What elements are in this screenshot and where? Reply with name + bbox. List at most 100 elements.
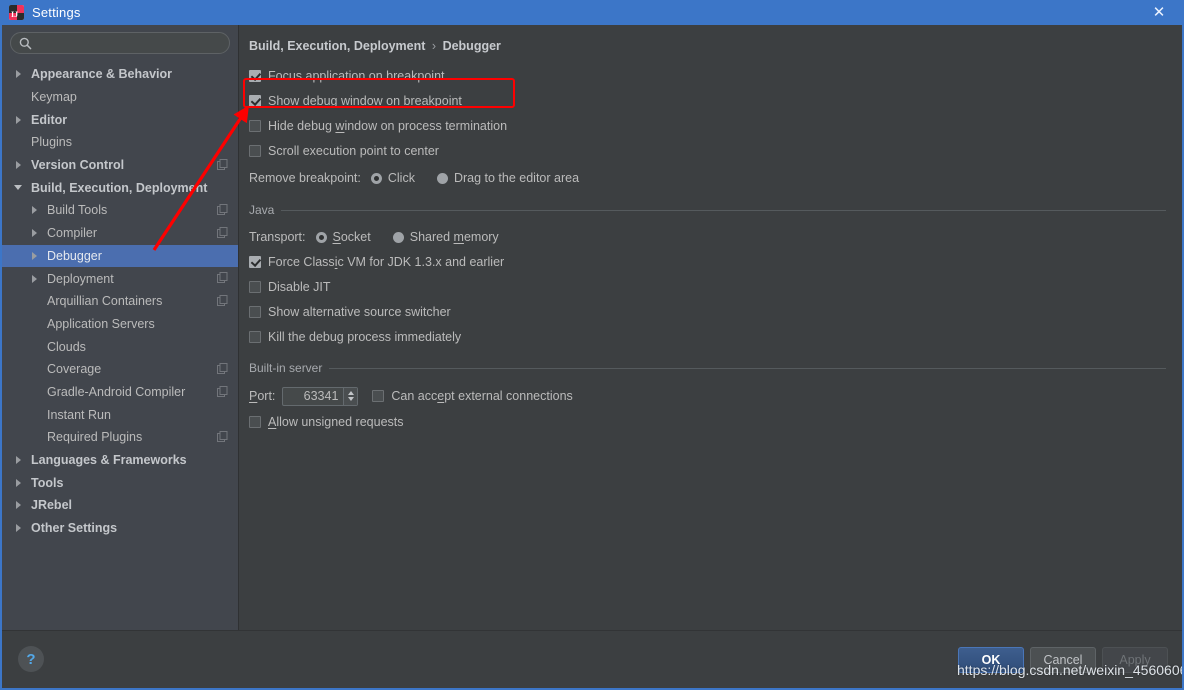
sidebar-item-required-plugins[interactable]: Required Plugins: [2, 426, 238, 449]
group-divider: [281, 209, 1166, 211]
java-checkbox-1[interactable]: Disable JIT: [249, 274, 1172, 299]
copy-settings-icon[interactable]: [217, 385, 228, 397]
sidebar-item-tools[interactable]: Tools: [2, 471, 238, 494]
chevron-right-icon[interactable]: [14, 69, 25, 80]
chevron-right-icon[interactable]: [30, 205, 41, 216]
checkbox-unchecked-icon[interactable]: [372, 390, 385, 402]
java-checkbox-3[interactable]: Kill the debug process immediately: [249, 324, 1172, 349]
copy-settings-icon[interactable]: [217, 204, 228, 216]
stepper-arrows[interactable]: [343, 387, 358, 405]
radio-unselected-icon[interactable]: [392, 231, 404, 243]
chevron-right-icon[interactable]: [14, 477, 25, 488]
help-button[interactable]: ?: [18, 646, 44, 672]
chevron-right-icon[interactable]: [14, 160, 25, 171]
sidebar-item-jrebel[interactable]: JRebel: [2, 494, 238, 517]
remove-breakpoint-option-1[interactable]: Drag to the editor area: [436, 171, 579, 185]
java-checkbox-2[interactable]: Show alternative source switcher: [249, 299, 1172, 324]
remove-breakpoint-option-0[interactable]: Click: [370, 171, 415, 185]
copy-icon[interactable]: [217, 204, 228, 216]
sidebar-item-instant-run[interactable]: Instant Run: [2, 403, 238, 426]
sidebar-item-editor[interactable]: Editor: [2, 108, 238, 131]
checkbox-unchecked-icon[interactable]: [249, 280, 261, 293]
copy-settings-icon[interactable]: [217, 272, 228, 284]
checkbox-unchecked-icon[interactable]: [249, 415, 261, 428]
chevron-right-icon[interactable]: [30, 228, 41, 239]
copy-settings-icon[interactable]: [217, 158, 228, 170]
copy-settings-icon[interactable]: [217, 226, 228, 238]
ok-button[interactable]: OK: [958, 647, 1024, 673]
transport-option-0[interactable]: Socket: [315, 230, 371, 244]
builtin-server-group-title: Built-in server: [249, 361, 323, 375]
checkbox-unchecked-icon[interactable]: [249, 144, 261, 157]
sidebar-item-arquillian-containers[interactable]: Arquillian Containers: [2, 290, 238, 313]
chevron-right-icon[interactable]: [30, 250, 41, 261]
breadcrumb-root[interactable]: Build, Execution, Deployment: [249, 39, 425, 53]
sidebar-item-label: Keymap: [31, 90, 77, 105]
stepper-up-icon[interactable]: [347, 391, 354, 396]
copy-settings-icon[interactable]: [217, 431, 228, 442]
copy-icon[interactable]: [217, 158, 228, 170]
copy-icon[interactable]: [217, 272, 228, 284]
copy-icon[interactable]: [217, 226, 228, 238]
sidebar-item-other-settings[interactable]: Other Settings: [2, 517, 238, 540]
checkbox-checked-icon[interactable]: [249, 69, 261, 82]
search-field[interactable]: [10, 32, 230, 54]
close-icon[interactable]: ✕: [1144, 0, 1174, 25]
sidebar-item-debugger[interactable]: Debugger: [2, 244, 238, 268]
port-value[interactable]: 63341: [283, 388, 343, 405]
sidebar-item-keymap[interactable]: Keymap: [2, 86, 238, 109]
copy-icon[interactable]: [217, 294, 228, 306]
search-input[interactable]: [37, 35, 211, 51]
sidebar-item-label: Appearance & Behavior: [31, 67, 173, 82]
java-group-title: Java: [249, 203, 275, 217]
port-stepper[interactable]: 63341: [282, 386, 359, 406]
sidebar-item-appearance-behavior[interactable]: Appearance & Behavior: [2, 63, 238, 86]
sidebar-item-version-control[interactable]: Version Control: [2, 154, 238, 177]
cancel-button[interactable]: Cancel: [1030, 647, 1096, 673]
transport-row: Transport: Socket Shared memory: [249, 225, 1172, 249]
sidebar-item-compiler[interactable]: Compiler: [2, 222, 238, 245]
radio-unselected-icon[interactable]: [436, 172, 448, 184]
sidebar-item-build-execution-deployment[interactable]: Build, Execution, Deployment: [2, 176, 238, 199]
builtin-server-group: Built-in server Port: 63341 Can accept e…: [249, 361, 1182, 434]
radio-selected-icon[interactable]: [315, 231, 327, 243]
chevron-right-icon[interactable]: [14, 500, 25, 511]
sidebar-item-languages-frameworks[interactable]: Languages & Frameworks: [2, 449, 238, 472]
stepper-down-icon[interactable]: [347, 396, 354, 401]
chevron-right-icon[interactable]: [14, 523, 25, 534]
sidebar-item-coverage[interactable]: Coverage: [2, 358, 238, 381]
sidebar-item-plugins[interactable]: Plugins: [2, 131, 238, 154]
radio-selected-icon[interactable]: [370, 172, 382, 184]
checkbox-2[interactable]: Hide debug window on process termination: [249, 113, 1182, 138]
chevron-right-icon[interactable]: [14, 114, 25, 125]
sidebar-item-label: Required Plugins: [47, 430, 143, 445]
copy-settings-icon[interactable]: [217, 294, 228, 306]
chevron-right-icon[interactable]: [30, 273, 41, 284]
checkbox-unchecked-icon[interactable]: [249, 305, 261, 318]
copy-icon[interactable]: [217, 362, 228, 374]
builtin-server-checkbox-0[interactable]: Can accept external connections: [372, 386, 573, 406]
transport-option-1[interactable]: Shared memory: [392, 230, 499, 244]
sidebar-item-build-tools[interactable]: Build Tools: [2, 199, 238, 222]
checkbox-checked-icon[interactable]: [249, 255, 261, 268]
copy-icon[interactable]: [217, 385, 228, 397]
checkbox-label: Force Classic VM for JDK 1.3.x and earli…: [268, 254, 505, 269]
sidebar-item-clouds[interactable]: Clouds: [2, 335, 238, 358]
chevron-right-icon[interactable]: [14, 455, 25, 466]
checkbox-unchecked-icon[interactable]: [249, 330, 261, 343]
builtin-server-checkbox-1[interactable]: Allow unsigned requests: [249, 409, 1172, 434]
checkbox-unchecked-icon[interactable]: [249, 119, 261, 132]
checkbox-1[interactable]: Show debug window on breakpoint: [249, 88, 1182, 113]
checkbox-checked-icon[interactable]: [249, 94, 261, 107]
sidebar-item-deployment[interactable]: Deployment: [2, 267, 238, 290]
chevron-down-icon[interactable]: [14, 182, 25, 193]
sidebar-item-application-servers[interactable]: Application Servers: [2, 313, 238, 336]
sidebar-item-gradle-android-compiler[interactable]: Gradle-Android Compiler: [2, 381, 238, 404]
group-divider: [329, 367, 1166, 369]
checkbox-0[interactable]: Focus application on breakpoint: [249, 63, 1182, 88]
copy-icon[interactable]: [217, 431, 228, 442]
sidebar-item-label: Plugins: [31, 135, 72, 150]
copy-settings-icon[interactable]: [217, 362, 228, 374]
checkbox-3[interactable]: Scroll execution point to center: [249, 138, 1182, 163]
java-checkbox-0[interactable]: Force Classic VM for JDK 1.3.x and earli…: [249, 249, 1172, 274]
